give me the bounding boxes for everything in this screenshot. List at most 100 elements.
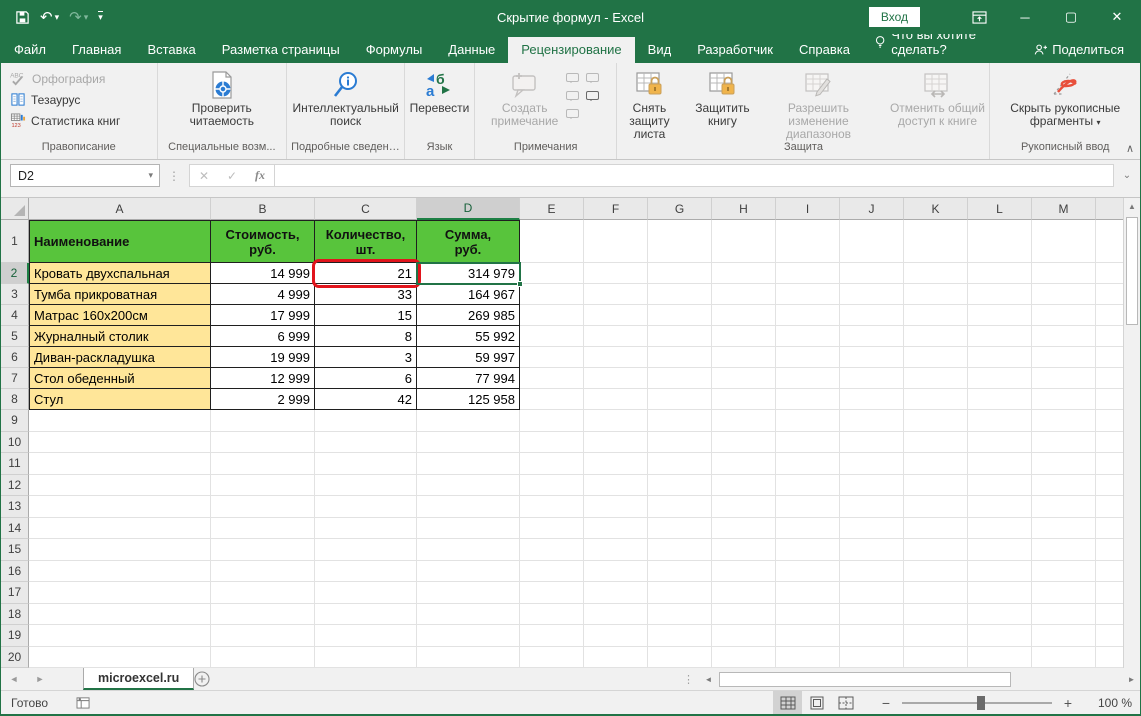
- cell-K18[interactable]: [904, 604, 968, 626]
- cell-E11[interactable]: [520, 453, 584, 475]
- cell-J5[interactable]: [840, 326, 904, 347]
- cell-J3[interactable]: [840, 284, 904, 305]
- previous-comment-icon[interactable]: [586, 73, 599, 82]
- tab-рецензирование[interactable]: Рецензирование: [508, 37, 634, 63]
- cell-B6[interactable]: 19 999: [211, 347, 315, 368]
- cell-J17[interactable]: [840, 582, 904, 604]
- cell-L18[interactable]: [968, 604, 1032, 626]
- cell-G9[interactable]: [648, 410, 712, 432]
- cell-E14[interactable]: [520, 518, 584, 540]
- cell-M19[interactable]: [1032, 625, 1096, 647]
- cell-L12[interactable]: [968, 475, 1032, 497]
- cell-G10[interactable]: [648, 432, 712, 454]
- cell-M18[interactable]: [1032, 604, 1096, 626]
- cell-J7[interactable]: [840, 368, 904, 389]
- previous-sheet-button[interactable]: ◄: [1, 668, 27, 690]
- column-header-L[interactable]: L: [968, 198, 1032, 220]
- macro-record-button[interactable]: [76, 696, 91, 709]
- cell-G18[interactable]: [648, 604, 712, 626]
- column-header-B[interactable]: B: [211, 198, 315, 220]
- cell-L6[interactable]: [968, 347, 1032, 368]
- cell-H2[interactable]: [712, 263, 776, 284]
- cell-A19[interactable]: [29, 625, 211, 647]
- enter-button[interactable]: ✓: [218, 169, 246, 183]
- cell-J9[interactable]: [840, 410, 904, 432]
- cell-B11[interactable]: [211, 453, 315, 475]
- cell-K17[interactable]: [904, 582, 968, 604]
- cell-G6[interactable]: [648, 347, 712, 368]
- cell-J19[interactable]: [840, 625, 904, 647]
- cell-C10[interactable]: [315, 432, 417, 454]
- cell-K3[interactable]: [904, 284, 968, 305]
- scroll-right-button[interactable]: ►: [1123, 668, 1140, 690]
- cell-H9[interactable]: [712, 410, 776, 432]
- row-header-5[interactable]: 5: [1, 326, 29, 347]
- cell-I2[interactable]: [776, 263, 840, 284]
- cell-C7[interactable]: 6: [315, 368, 417, 389]
- formula-input[interactable]: [275, 164, 1114, 187]
- zoom-in-button[interactable]: +: [1060, 695, 1076, 711]
- cell-B17[interactable]: [211, 582, 315, 604]
- cell-I13[interactable]: [776, 496, 840, 518]
- cell-F18[interactable]: [584, 604, 648, 626]
- cell-M5[interactable]: [1032, 326, 1096, 347]
- tab-формулы[interactable]: Формулы: [353, 37, 436, 63]
- cell-D2[interactable]: 314 979: [417, 263, 520, 284]
- row-header-10[interactable]: 10: [1, 432, 29, 454]
- row-header-11[interactable]: 11: [1, 453, 29, 475]
- cell-G14[interactable]: [648, 518, 712, 540]
- cell-B13[interactable]: [211, 496, 315, 518]
- workbook-statistics-button[interactable]: 123 Статистика книг: [7, 111, 123, 130]
- cell-A1[interactable]: Наименование: [29, 220, 211, 263]
- cell-A20[interactable]: [29, 647, 211, 669]
- cell-F16[interactable]: [584, 561, 648, 583]
- cell-K10[interactable]: [904, 432, 968, 454]
- cell-A16[interactable]: [29, 561, 211, 583]
- expand-formula-bar-button[interactable]: ⌄: [1114, 170, 1140, 181]
- unprotect-sheet-button[interactable]: Снять защиту листа: [613, 65, 685, 141]
- cell-J15[interactable]: [840, 539, 904, 561]
- cell-J6[interactable]: [840, 347, 904, 368]
- cell-A9[interactable]: [29, 410, 211, 432]
- cell-C14[interactable]: [315, 518, 417, 540]
- cell-A17[interactable]: [29, 582, 211, 604]
- tab-вид[interactable]: Вид: [635, 37, 685, 63]
- cell-M9[interactable]: [1032, 410, 1096, 432]
- cell-G17[interactable]: [648, 582, 712, 604]
- cell-C2[interactable]: 21: [315, 263, 417, 284]
- cell-G1[interactable]: [648, 220, 712, 263]
- show-all-comments-icon[interactable]: [586, 91, 599, 100]
- cell-A4[interactable]: Матрас 160х200см: [29, 305, 211, 326]
- normal-view-button[interactable]: [773, 691, 802, 714]
- cell-C11[interactable]: [315, 453, 417, 475]
- cell-A10[interactable]: [29, 432, 211, 454]
- cell-L19[interactable]: [968, 625, 1032, 647]
- cell-D20[interactable]: [417, 647, 520, 669]
- cell-B10[interactable]: [211, 432, 315, 454]
- cell-J20[interactable]: [840, 647, 904, 669]
- cell-C19[interactable]: [315, 625, 417, 647]
- maximize-button[interactable]: ▢: [1048, 0, 1094, 34]
- cell-C17[interactable]: [315, 582, 417, 604]
- tab-разметка-страницы[interactable]: Разметка страницы: [209, 37, 353, 63]
- cell-I7[interactable]: [776, 368, 840, 389]
- cell-C15[interactable]: [315, 539, 417, 561]
- cell-E7[interactable]: [520, 368, 584, 389]
- cell-F5[interactable]: [584, 326, 648, 347]
- column-header-I[interactable]: I: [776, 198, 840, 220]
- cell-D18[interactable]: [417, 604, 520, 626]
- next-comment-icon[interactable]: [566, 91, 579, 100]
- cell-B3[interactable]: 4 999: [211, 284, 315, 305]
- cell-D6[interactable]: 59 997: [417, 347, 520, 368]
- column-header-F[interactable]: F: [584, 198, 648, 220]
- cell-L3[interactable]: [968, 284, 1032, 305]
- row-header-19[interactable]: 19: [1, 625, 29, 647]
- cell-A8[interactable]: Стул: [29, 389, 211, 410]
- cell-B18[interactable]: [211, 604, 315, 626]
- cell-B12[interactable]: [211, 475, 315, 497]
- cell-K4[interactable]: [904, 305, 968, 326]
- cell-F20[interactable]: [584, 647, 648, 669]
- cell-B7[interactable]: 12 999: [211, 368, 315, 389]
- cell-B15[interactable]: [211, 539, 315, 561]
- row-header-14[interactable]: 14: [1, 518, 29, 540]
